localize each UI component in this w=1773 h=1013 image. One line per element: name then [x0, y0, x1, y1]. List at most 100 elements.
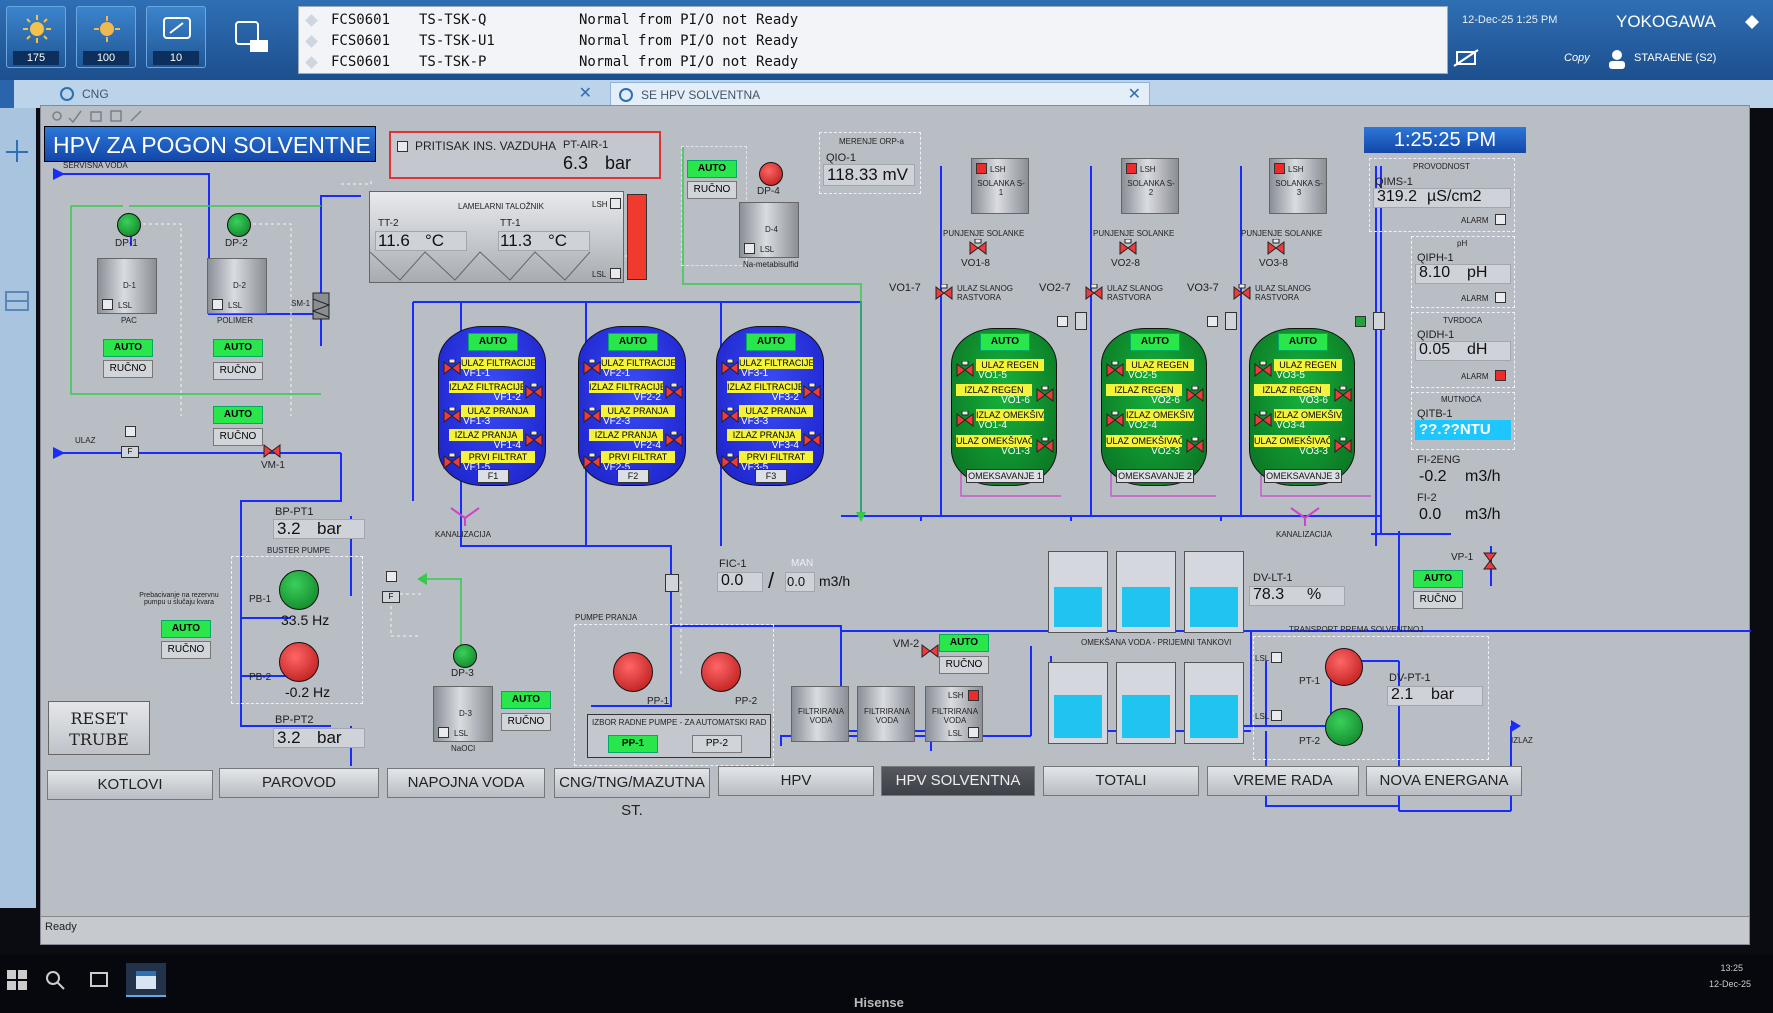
filter-vessel-3[interactable]: AUTO ULAZ FILTRACIJE VF3-1 IZLAZ FILTRACIJE… [716, 326, 824, 486]
filter-valve-icon[interactable] [721, 453, 739, 471]
filter-valve-icon[interactable] [525, 431, 543, 449]
vm2-auto-button[interactable]: AUTO [939, 634, 989, 652]
pt1-pump[interactable] [1325, 648, 1363, 686]
booster-rucno-button[interactable]: RUČNO [161, 641, 211, 659]
select-pp2-button[interactable]: PP-2 [692, 735, 742, 753]
taskbar-app-button[interactable] [126, 963, 166, 997]
nav-napojna-voda[interactable]: NAPOJNA VODA [387, 768, 545, 798]
softener-auto-button[interactable]: AUTO [1278, 333, 1328, 351]
vm1-valve-icon[interactable] [263, 442, 281, 460]
reset-horn-button[interactable]: RESET TRUBE [48, 701, 150, 755]
dp3-auto-button[interactable]: AUTO [501, 691, 551, 709]
brine-fill-valve-icon[interactable] [1267, 239, 1285, 257]
message-monitor-icon[interactable] [232, 18, 272, 58]
filter-valve-icon[interactable] [583, 407, 601, 425]
vp1-auto-button[interactable]: AUTO [1413, 570, 1463, 588]
system-alarm-button[interactable]: 100 [76, 6, 136, 68]
vm1-rucno-button[interactable]: RUČNO [213, 428, 263, 446]
dp1-pump[interactable] [117, 213, 141, 237]
filter-vessel-1[interactable]: AUTO ULAZ FILTRACIJE VF1-1 IZLAZ FILTRACIJE… [438, 326, 546, 486]
softener-auto-button[interactable]: AUTO [1130, 333, 1180, 351]
grid-icon[interactable] [4, 288, 30, 314]
softener-valve-icon[interactable] [1106, 411, 1124, 429]
booster-checkbox[interactable] [386, 571, 397, 582]
softener-valve-icon[interactable] [1254, 361, 1272, 379]
dp2-auto-button[interactable]: AUTO [213, 339, 263, 357]
nav-totali[interactable]: TOTALI [1043, 766, 1199, 796]
copy-button[interactable]: Copy [1564, 52, 1590, 64]
dp4-pump[interactable] [759, 162, 783, 186]
filter-valve-icon[interactable] [525, 383, 543, 401]
softener-valve-icon[interactable] [1334, 386, 1352, 404]
task-view-icon[interactable] [88, 969, 110, 991]
softener-valve-icon[interactable] [1334, 437, 1352, 455]
filter-auto-button[interactable]: AUTO [608, 333, 658, 351]
softener-valve-icon[interactable] [1254, 411, 1272, 429]
nav-cng-tng-mazutna-st-[interactable]: CNG/TNG/MAZUTNA ST. [554, 768, 710, 819]
softener-valve-icon[interactable] [956, 361, 974, 379]
filter-valve-icon[interactable] [665, 431, 683, 449]
pb2-pump[interactable] [279, 642, 319, 682]
filter-valve-icon[interactable] [443, 407, 461, 425]
tab-se-hpv-solventna[interactable]: SE HPV SOLVENTNA ✕ [610, 82, 1150, 106]
brine-inlet-valve-icon[interactable] [935, 284, 953, 302]
filter-valve-icon[interactable] [443, 359, 461, 377]
softener-valve-icon[interactable] [1106, 361, 1124, 379]
softener-vessel-1[interactable]: AUTO ULAZ REGEN VO1-5 IZLAZ REGEN VO1-6 IZLAZ… [951, 328, 1057, 486]
softener-valve-icon[interactable] [1186, 386, 1204, 404]
close-icon[interactable]: ✕ [579, 82, 592, 106]
softener-valve-icon[interactable] [1186, 437, 1204, 455]
filter-valve-icon[interactable] [665, 383, 683, 401]
tab-cng[interactable]: CNG ✕ [52, 82, 600, 106]
alarm-message-list[interactable]: FCS0601 TS-TSK-Q Normal from PI/O not Read… [298, 6, 1448, 74]
softener-auto-button[interactable]: AUTO [980, 333, 1030, 351]
dp4-auto-button[interactable]: AUTO [687, 160, 737, 178]
network-icon[interactable] [4, 138, 30, 164]
pp2-pump[interactable] [701, 652, 741, 692]
vm1-auto-button[interactable]: AUTO [213, 406, 263, 424]
dp3-pump[interactable] [453, 644, 477, 668]
pb1-pump[interactable] [279, 570, 319, 610]
air-alarm-checkbox[interactable] [397, 141, 408, 152]
nav-parovod[interactable]: PAROVOD [219, 768, 379, 798]
filter-valve-icon[interactable] [721, 359, 739, 377]
softener-valve-icon[interactable] [1036, 386, 1054, 404]
dp2-pump[interactable] [227, 213, 251, 237]
tool-icon[interactable] [1452, 46, 1482, 70]
filter-valve-icon[interactable] [803, 431, 821, 449]
nav-nova-energana[interactable]: NOVA ENERGANA [1366, 766, 1522, 796]
filter-valve-icon[interactable] [583, 359, 601, 377]
brine-fill-valve-icon[interactable] [969, 239, 987, 257]
filter-auto-button[interactable]: AUTO [468, 333, 518, 351]
nav-hpv[interactable]: HPV [718, 766, 874, 796]
pt2-pump[interactable] [1325, 708, 1363, 746]
brine-fill-valve-icon[interactable] [1119, 239, 1137, 257]
vm2-rucno-button[interactable]: RUČNO [939, 656, 989, 674]
ulaz-checkbox[interactable] [125, 426, 136, 437]
dp1-auto-button[interactable]: AUTO [103, 339, 153, 357]
pp1-pump[interactable] [613, 652, 653, 692]
search-icon[interactable] [44, 969, 66, 991]
dp4-rucno-button[interactable]: RUČNO [687, 181, 737, 199]
dp1-rucno-button[interactable]: RUČNO [103, 360, 153, 378]
softener-valve-icon[interactable] [1036, 437, 1054, 455]
brine-inlet-valve-icon[interactable] [1233, 284, 1251, 302]
filter-valve-icon[interactable] [721, 407, 739, 425]
filter-vessel-2[interactable]: AUTO ULAZ FILTRACIJE VF2-1 IZLAZ FILTRACIJE… [578, 326, 686, 486]
select-pp1-button[interactable]: PP-1 [608, 735, 658, 753]
filter-valve-icon[interactable] [443, 453, 461, 471]
softener-valve-icon[interactable] [956, 411, 974, 429]
booster-auto-button[interactable]: AUTO [161, 620, 211, 638]
softener-vessel-3[interactable]: AUTO ULAZ REGEN VO3-5 IZLAZ REGEN VO3-6 IZLAZ… [1249, 328, 1355, 486]
nav-hpv-solventna[interactable]: HPV SOLVENTNA [881, 766, 1035, 796]
dp2-rucno-button[interactable]: RUČNO [213, 362, 263, 380]
windows-start-icon[interactable] [6, 969, 28, 991]
fic-sv[interactable]: 0.0 [787, 574, 805, 589]
vm2-valve-icon[interactable] [921, 642, 939, 660]
softener-vessel-2[interactable]: AUTO ULAZ REGEN VO2-5 IZLAZ REGEN VO2-6 IZLAZ… [1101, 328, 1207, 486]
filter-auto-button[interactable]: AUTO [746, 333, 796, 351]
nav-vreme-rada[interactable]: VREME RADA [1207, 766, 1359, 796]
brine-inlet-valve-icon[interactable] [1085, 284, 1103, 302]
vp1-valve-icon[interactable] [1481, 552, 1499, 570]
vp1-rucno-button[interactable]: RUČNO [1413, 591, 1463, 609]
